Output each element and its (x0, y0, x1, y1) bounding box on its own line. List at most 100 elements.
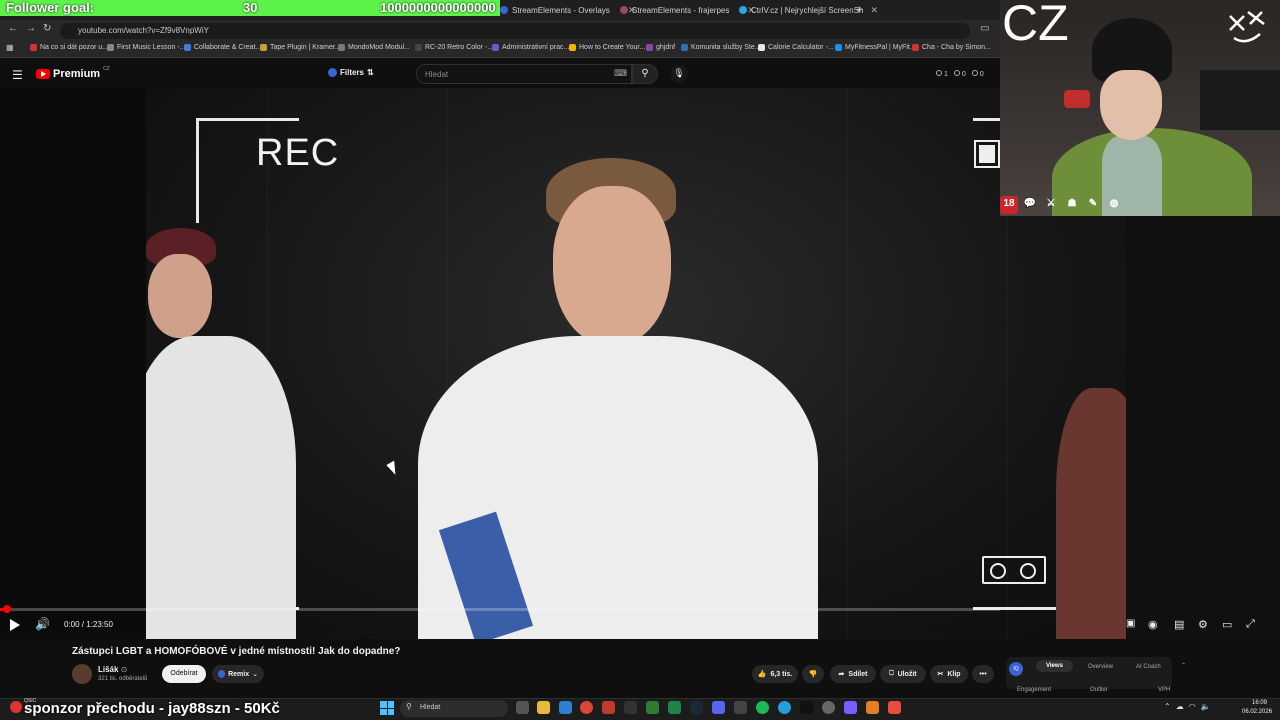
autoplay-toggle-icon[interactable]: ◉ (1148, 618, 1158, 631)
app-icon[interactable] (866, 701, 879, 714)
play-icon[interactable] (10, 619, 20, 631)
clock-time[interactable]: 16:09 (1252, 700, 1267, 706)
like-count: 6,3 tis. (770, 670, 793, 678)
bookmark-item[interactable]: RC-20 Retro Color -... (415, 44, 493, 51)
search-input[interactable]: Hledat (416, 64, 632, 84)
windows-start-icon[interactable] (380, 701, 394, 715)
share-button[interactable]: ➦ Sdílet (830, 665, 876, 683)
spotify-icon[interactable] (756, 701, 769, 714)
swords-icon: ⚔ (1046, 198, 1056, 209)
search-button[interactable]: ⚲ (632, 64, 658, 84)
forward-arrow-icon[interactable]: → (26, 23, 36, 34)
hamburger-menu-icon[interactable]: ☰ (12, 68, 23, 82)
theater-mode-icon[interactable]: ▭ (1222, 618, 1232, 631)
media-icon[interactable] (10, 701, 22, 713)
taskbar-search-input[interactable]: Hledat (400, 700, 508, 717)
telegram-icon[interactable] (778, 701, 791, 714)
save-button[interactable]: ⎕ Uložit (880, 665, 926, 683)
volume-icon[interactable]: 🔊 (35, 617, 50, 631)
progress-bar[interactable] (0, 608, 1000, 611)
bookmark-item[interactable]: Na co si dát pozor u... (30, 44, 108, 51)
app-icon[interactable] (800, 701, 813, 714)
close-icon[interactable]: ✕ (871, 5, 879, 16)
app-icon[interactable] (734, 701, 747, 714)
subtitles-icon[interactable]: ▤ (1174, 618, 1184, 631)
extension-player-icon[interactable]: ▣ (1126, 618, 1135, 629)
app-icon[interactable] (624, 701, 637, 714)
bookmark-label: ghjdnf (656, 44, 676, 51)
ext-tab-overview[interactable]: Overview (1088, 664, 1113, 670)
ext-subtab-vph[interactable]: VPH (1158, 687, 1170, 693)
xbox-icon[interactable] (668, 701, 681, 714)
bookmark-label: RC-20 Retro Color -... (425, 44, 494, 51)
face (553, 186, 671, 346)
subscribe-button[interactable]: Odebírat (162, 665, 206, 683)
fullscreen-icon[interactable]: ⤢ (1246, 618, 1255, 631)
back-arrow-icon[interactable]: ← (8, 23, 18, 34)
clip-button[interactable]: ✂ Klip (930, 665, 968, 683)
remix-button[interactable]: Remix ⌄ (212, 665, 264, 683)
person-right (1046, 388, 1126, 639)
voice-search-button[interactable]: 🎙 (670, 65, 688, 83)
wifi-icon[interactable]: ◠ (1189, 702, 1196, 711)
chrome-icon[interactable] (580, 701, 593, 714)
bookmark-item[interactable]: How to Create Your... (569, 44, 645, 51)
ext-subtab-outlier[interactable]: Outlier (1090, 687, 1108, 693)
reload-icon[interactable]: ↻ (43, 23, 51, 34)
rec-label: REC (256, 132, 340, 174)
settings-gear-icon[interactable]: ⚙ (1198, 618, 1208, 631)
bookmark-item[interactable]: Komunita služby Ste... (681, 44, 761, 51)
more-actions-button[interactable]: ••• (972, 665, 994, 683)
channel-avatar[interactable] (72, 664, 92, 684)
ext-tab-ai-coach[interactable]: AI Coach (1136, 664, 1161, 670)
follower-goal-overlay: Follower goal: 30 1000000000000000 (0, 0, 500, 16)
cloud-icon[interactable]: ☁ (1176, 702, 1184, 711)
steam-icon[interactable] (690, 701, 703, 714)
file-explorer-icon[interactable] (537, 701, 550, 714)
filters-button[interactable]: Filters ⇅ (328, 68, 374, 77)
tab-streamelements-frajerpes[interactable]: StreamElements - frajerpes ✕ (620, 2, 755, 18)
chevron-down-icon: ⌄ (252, 671, 258, 678)
discord-icon[interactable] (712, 701, 725, 714)
app-icon[interactable] (646, 701, 659, 714)
bookmark-label: Cha - Cha by Simon... (922, 44, 991, 51)
task-view-icon[interactable] (516, 701, 529, 714)
app-icon[interactable] (888, 701, 901, 714)
bookmark-item[interactable]: First Music Lesson -... (107, 44, 185, 51)
channel-name[interactable]: Lišák ⊙ (98, 665, 127, 674)
bookmark-item[interactable]: ghjdnf (646, 44, 675, 51)
bookmark-item[interactable]: Calorie Calculator -... (758, 44, 834, 51)
apps-grid-icon[interactable]: ▦ (6, 43, 14, 52)
tab-streamelements-overlays[interactable]: StreamElements - Overlays ✕ (500, 2, 635, 18)
bookmark-favicon-icon (569, 44, 576, 51)
bookmark-item[interactable]: Administrativní prac... (492, 44, 569, 51)
bookmark-favicon-icon (681, 44, 688, 51)
ext-subtab-engagement[interactable]: Engagement (1017, 687, 1051, 693)
like-button[interactable]: 👍 6,3 tis. (752, 665, 798, 683)
bookmark-item[interactable]: Cha - Cha by Simon... (912, 44, 991, 51)
bookmark-item[interactable]: MyFitnessPal | MyFit... (835, 44, 916, 51)
stat-value: 0 (979, 71, 984, 78)
chevron-up-icon[interactable]: ⌃ (1164, 702, 1171, 711)
app-icon[interactable] (602, 701, 615, 714)
bookmark-favicon-icon (646, 44, 653, 51)
keyboard-icon[interactable]: ⌨ (614, 68, 627, 79)
chevron-up-icon[interactable]: ⌃ (1181, 662, 1186, 669)
video-frame[interactable]: REC (146, 88, 1126, 639)
new-tab-button[interactable]: + (856, 2, 862, 18)
cast-icon[interactable]: ▭ (980, 23, 989, 34)
youtube-logo[interactable]: Premium CZ (36, 66, 110, 80)
url-field[interactable]: youtube.com/watch?v=Zf9v8VnpWiY (60, 23, 970, 39)
dislike-button[interactable]: 👎 (802, 665, 824, 683)
bookmark-item[interactable]: Collaborate & Creat... (184, 44, 261, 51)
speaker-icon[interactable]: 🔈 (1201, 702, 1211, 711)
share-label: Sdílet (848, 670, 868, 678)
bookmark-item[interactable]: Tape Plugin | Kramer... (260, 44, 341, 51)
app-icon[interactable] (822, 701, 835, 714)
clock-date[interactable]: 06.02.2026 (1242, 709, 1272, 715)
ext-tab-views[interactable]: Views (1036, 660, 1073, 672)
bookmark-item[interactable]: MondoMod Modul... (338, 44, 410, 51)
progress-scrubber[interactable] (3, 605, 11, 613)
app-icon[interactable] (559, 701, 572, 714)
app-icon[interactable] (844, 701, 857, 714)
